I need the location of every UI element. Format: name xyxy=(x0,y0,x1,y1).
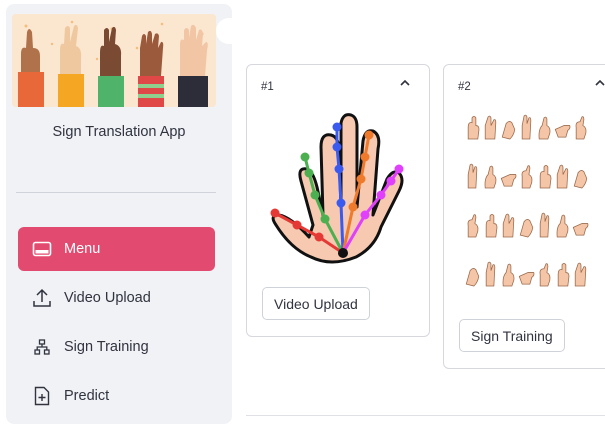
sign-hand-glyph xyxy=(572,114,590,145)
sign-hand-glyph xyxy=(482,261,500,292)
card-index: #2 xyxy=(458,81,471,93)
sign-hand-glyph xyxy=(572,261,590,292)
raised-hands-illustration xyxy=(12,14,216,107)
sidebar-menu: Menu Video Upload Sign Training Predict xyxy=(18,227,215,423)
card-index: #1 xyxy=(261,81,274,93)
menu-item-video-upload[interactable]: Video Upload xyxy=(18,276,215,320)
sign-hand-glyph xyxy=(518,114,536,145)
sign-hand-glyph xyxy=(536,212,554,243)
menu-item-label: Predict xyxy=(64,388,110,404)
sign-hand-glyph xyxy=(554,261,572,292)
sign-hand-glyph xyxy=(518,261,536,292)
sign-hand-glyph xyxy=(536,261,554,292)
sign-training-button[interactable]: Sign Training xyxy=(459,319,565,352)
sign-hand-glyph xyxy=(536,163,554,194)
sign-hand-glyph xyxy=(500,114,518,145)
sign-hand-glyph xyxy=(464,261,482,292)
chevron-up-icon[interactable] xyxy=(399,77,411,92)
app-title: Sign Translation App xyxy=(52,124,186,140)
menu-item-label: Sign Training xyxy=(64,339,149,355)
sign-hand-glyph xyxy=(464,163,482,194)
menu-item-predict[interactable]: Predict xyxy=(18,374,215,418)
sign-hand-glyph xyxy=(482,212,500,243)
sign-hand-glyph xyxy=(482,114,500,145)
file-plus-icon xyxy=(32,386,52,406)
sign-hand-glyph xyxy=(518,212,536,243)
hand-landmarks-illustration xyxy=(270,113,404,264)
sign-hand-glyph xyxy=(554,212,572,243)
upload-icon xyxy=(32,288,52,308)
menu-item-sign-training[interactable]: Sign Training xyxy=(18,325,215,369)
sign-hand-glyph xyxy=(536,114,554,145)
chevron-up-icon[interactable] xyxy=(594,77,605,92)
sitemap-icon xyxy=(32,337,52,357)
sign-hand-glyph xyxy=(482,163,500,194)
sign-hand-glyph xyxy=(464,114,482,145)
sign-hand-glyph xyxy=(554,163,572,194)
sign-hand-glyph xyxy=(500,163,518,194)
sign-hand-glyph xyxy=(554,114,572,145)
menu-window-icon xyxy=(32,239,52,259)
sign-alphabet-illustration xyxy=(464,114,590,311)
sign-hand-glyph xyxy=(500,261,518,292)
card-video-upload: #1 Video Upload xyxy=(246,64,430,337)
sign-hand-glyph xyxy=(500,212,518,243)
menu-item-label: Video Upload xyxy=(64,290,151,306)
sign-hand-glyph xyxy=(464,212,482,243)
menu-item-label: Menu xyxy=(64,241,101,257)
sign-hand-glyph xyxy=(572,212,590,243)
menu-item-menu[interactable]: Menu xyxy=(18,227,215,271)
bottom-divider xyxy=(246,415,605,416)
sign-hand-glyph xyxy=(572,163,590,194)
video-upload-button[interactable]: Video Upload xyxy=(262,287,370,320)
sign-hand-glyph xyxy=(518,163,536,194)
card-sign-training: #2 Sign Training xyxy=(443,64,605,369)
banner-image xyxy=(12,14,216,107)
sidebar-divider xyxy=(16,192,216,193)
